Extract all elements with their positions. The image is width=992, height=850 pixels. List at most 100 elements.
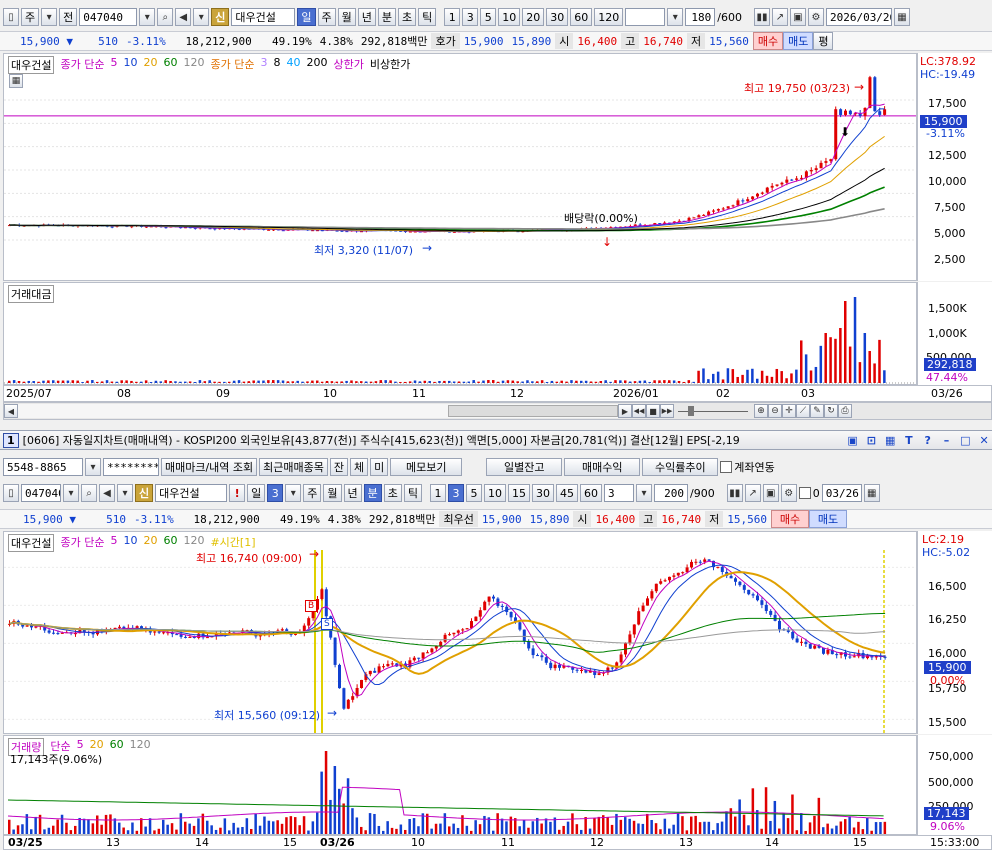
account-input[interactable]: 5548-8865: [3, 458, 83, 476]
minute-5[interactable]: 5: [466, 484, 482, 502]
save-icon[interactable]: ▣: [762, 484, 779, 502]
count-input[interactable]: 200: [654, 484, 688, 502]
scroll-right-icon[interactable]: ▶: [618, 404, 632, 418]
stock-name-input[interactable]: 대우건설: [231, 8, 296, 26]
chevron-down-icon[interactable]: ▾: [193, 8, 210, 26]
filled-button[interactable]: 체: [350, 458, 369, 476]
minute-30[interactable]: 30: [546, 8, 569, 26]
buy-button[interactable]: 매수: [770, 510, 809, 528]
return-trend-button[interactable]: 수익률추이: [642, 458, 719, 476]
period-day[interactable]: 일: [247, 484, 266, 502]
period-day[interactable]: 일: [297, 8, 316, 26]
chevron-down-icon[interactable]: ▾: [117, 484, 133, 502]
trade-mark-button[interactable]: 매매마크/내역 조회: [161, 458, 258, 476]
minute-15[interactable]: 15: [508, 484, 530, 502]
period-minute[interactable]: 분: [377, 8, 396, 26]
count-input[interactable]: 180: [685, 8, 716, 26]
minute-custom-input[interactable]: [625, 8, 666, 26]
link-icon[interactable]: ⊡: [863, 433, 879, 447]
minute-3[interactable]: 3: [448, 484, 464, 502]
help-icon[interactable]: ?: [920, 433, 936, 447]
draw-tools-icon[interactable]: ↗: [744, 484, 761, 502]
grid-icon[interactable]: ▦: [9, 74, 23, 88]
prev-button[interactable]: 전: [59, 8, 78, 26]
minute-30[interactable]: 30: [532, 484, 554, 502]
minute-60[interactable]: 60: [570, 8, 593, 26]
candle-settings-icon[interactable]: ▮▮: [726, 484, 743, 502]
eval-button[interactable]: 평: [813, 32, 834, 50]
pen-icon[interactable]: ✎: [810, 404, 824, 418]
chevron-down-icon[interactable]: ▾: [636, 484, 652, 502]
period-month[interactable]: 월: [337, 8, 356, 26]
calendar-icon[interactable]: ▦: [863, 484, 880, 502]
period-second[interactable]: 초: [398, 8, 417, 26]
chevron-down-icon[interactable]: ▾: [667, 8, 684, 26]
scroll-left-icon[interactable]: ◀: [4, 404, 18, 418]
text-icon[interactable]: T: [901, 433, 917, 447]
zoom-out-icon[interactable]: ⊖: [768, 404, 782, 418]
balance-button[interactable]: 잔: [329, 458, 349, 476]
candle-settings-icon[interactable]: ▮▮: [753, 8, 770, 26]
chart-icon[interactable]: ▦: [882, 433, 898, 447]
layout-icon[interactable]: ▣: [845, 433, 861, 447]
period-second[interactable]: 초: [383, 484, 402, 502]
gear-icon[interactable]: ⚙: [807, 8, 824, 26]
minute-45[interactable]: 45: [556, 484, 578, 502]
date-input[interactable]: 2026/03/26: [825, 8, 892, 26]
save-icon[interactable]: ▣: [789, 8, 806, 26]
account-link-checkbox[interactable]: [720, 461, 733, 473]
period-value[interactable]: 3: [267, 484, 284, 502]
memo-button[interactable]: 메모보기: [390, 458, 463, 476]
scroll-thumb[interactable]: [448, 405, 618, 417]
period-prefix-select[interactable]: 주: [21, 8, 40, 26]
period-week[interactable]: 주: [303, 484, 322, 502]
buy-button[interactable]: 매수: [752, 32, 784, 50]
chevron-down-icon[interactable]: ▾: [41, 8, 58, 26]
chart-type-icon[interactable]: ▯: [3, 484, 19, 502]
period-minute[interactable]: 분: [363, 484, 382, 502]
sell-marker[interactable]: S: [321, 618, 333, 630]
minute-10[interactable]: 10: [484, 484, 506, 502]
password-input[interactable]: ********: [103, 458, 159, 476]
bottom-price-chart[interactable]: → → 대우건설 종가 단순 5 10 20 60 120 #시간[1] 최고 1…: [3, 531, 917, 734]
draw-tools-icon[interactable]: ↗: [771, 8, 788, 26]
speaker-icon[interactable]: ◀: [175, 8, 192, 26]
line-tool-icon[interactable]: ⟋: [796, 404, 810, 418]
stock-name-input[interactable]: 대우건설: [155, 484, 228, 502]
minute-5[interactable]: 5: [480, 8, 497, 26]
chevron-down-icon[interactable]: ▾: [285, 484, 302, 502]
zoom-in-icon[interactable]: ⊕: [754, 404, 768, 418]
stock-code-input[interactable]: 047040: [79, 8, 138, 26]
speaker-icon[interactable]: ◀: [99, 484, 115, 502]
alert-button[interactable]: !: [229, 484, 246, 502]
chart-type-icon[interactable]: ▯: [3, 8, 19, 26]
chevron-down-icon[interactable]: ▾: [85, 458, 101, 476]
buy-marker[interactable]: B: [305, 600, 318, 612]
stop-icon[interactable]: ■: [646, 404, 660, 418]
gear-icon[interactable]: ⚙: [780, 484, 797, 502]
period-year[interactable]: 년: [357, 8, 376, 26]
forward-icon[interactable]: ▶▶: [660, 404, 674, 418]
minute-20[interactable]: 20: [522, 8, 545, 26]
date-input[interactable]: 03/26: [821, 484, 862, 502]
minimize-icon[interactable]: –: [939, 433, 955, 447]
bottom-volume-chart[interactable]: 거래량 단순 5 20 60 120 17,143주(9.06%): [3, 735, 917, 835]
top-price-chart[interactable]: ⬇ ↓ → → 대우건설 종가 단순 5 10 20 60 120 종가 단순 3 8…: [3, 53, 917, 281]
search-icon[interactable]: ⌕: [157, 8, 174, 26]
close-icon[interactable]: ✕: [976, 433, 992, 447]
refresh-icon[interactable]: ↻: [824, 404, 838, 418]
rewind-icon[interactable]: ◀◀: [632, 404, 646, 418]
minute-1[interactable]: 1: [430, 484, 446, 502]
recent-trade-button[interactable]: 최근매매종목: [259, 458, 328, 476]
zoom-slider[interactable]: [678, 404, 748, 418]
period-tick[interactable]: 틱: [403, 484, 422, 502]
chevron-down-icon[interactable]: ▾: [139, 8, 156, 26]
sell-button[interactable]: 매도: [808, 510, 847, 528]
sell-button[interactable]: 매도: [783, 32, 814, 50]
chevron-down-icon[interactable]: ▾: [63, 484, 79, 502]
unfilled-button[interactable]: 미: [370, 458, 389, 476]
minute-60[interactable]: 60: [580, 484, 602, 502]
maximize-icon[interactable]: □: [957, 433, 973, 447]
trade-profit-button[interactable]: 매매수익: [564, 458, 641, 476]
top-volume-chart[interactable]: 거래대금: [3, 282, 917, 385]
